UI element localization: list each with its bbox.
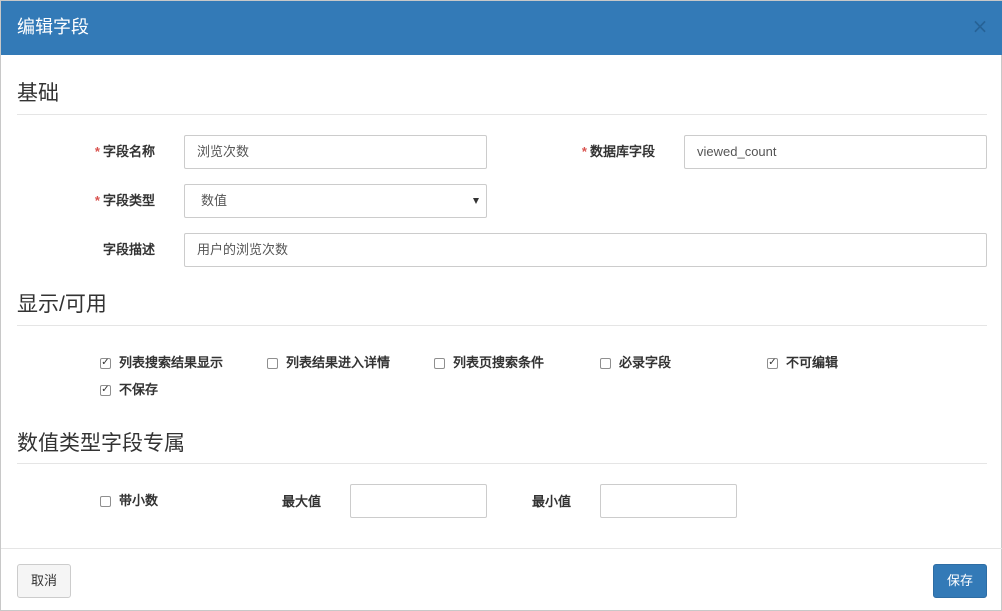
- checkbox-label: 列表页搜索条件: [453, 355, 545, 370]
- section-title-display: 显示/可用: [17, 293, 107, 316]
- close-icon[interactable]: ×: [971, 15, 989, 37]
- required-marker: *: [94, 144, 100, 159]
- db-field-label-text: 数据库字段: [589, 144, 655, 159]
- checkbox-list-to-detail[interactable]: 列表结果进入详情: [267, 354, 390, 372]
- checkbox-box[interactable]: [600, 357, 611, 369]
- checkbox-box[interactable]: [100, 495, 111, 507]
- checkbox-decimal[interactable]: 带小数: [100, 492, 158, 510]
- edit-field-modal: 编辑字段 × 基础 * 字段名称 浏览次数 * 数据库字段 viewed_count…: [0, 0, 1002, 611]
- cancel-button[interactable]: 取消: [17, 564, 71, 598]
- checkbox-not-editable[interactable]: ✓ 不可编辑: [767, 354, 838, 372]
- max-value-label: 最大值: [281, 494, 321, 509]
- checkmark-icon: ✓: [101, 384, 110, 395]
- field-name-label-text: 字段名称: [102, 144, 155, 159]
- field-type-selected: 数值: [201, 193, 228, 208]
- checkbox-box[interactable]: [267, 357, 278, 369]
- field-type-label-text: 字段类型: [102, 193, 155, 208]
- checkbox-label: 带小数: [119, 493, 159, 508]
- db-field-input[interactable]: viewed_count: [684, 135, 987, 169]
- field-type-select[interactable]: 数值: [184, 184, 487, 218]
- checkbox-label: 不保存: [119, 382, 159, 397]
- checkbox-box[interactable]: ✓: [100, 384, 111, 396]
- required-marker: *: [581, 144, 587, 159]
- checkbox-box[interactable]: [434, 357, 445, 369]
- min-value-label: 最小值: [531, 494, 571, 509]
- field-desc-input[interactable]: 用户的浏览次数: [184, 233, 987, 267]
- required-marker: *: [94, 193, 100, 208]
- checkbox-required-field[interactable]: 必录字段: [600, 354, 671, 372]
- min-value-input[interactable]: [600, 484, 737, 518]
- section-title-basic: 基础: [17, 82, 59, 105]
- checkbox-label: 列表结果进入详情: [286, 355, 391, 370]
- save-button[interactable]: 保存: [933, 564, 987, 598]
- max-value-input[interactable]: [350, 484, 487, 518]
- field-desc-label: 字段描述: [102, 242, 155, 257]
- checkmark-icon: ✓: [101, 357, 110, 368]
- field-name-label: * 字段名称: [61, 143, 155, 161]
- section-title-numeric: 数值类型字段专属: [17, 432, 185, 455]
- caret-down-icon: [473, 198, 479, 204]
- field-type-label: * 字段类型: [61, 192, 155, 210]
- modal-title: 编辑字段: [17, 17, 89, 37]
- modal-header: 编辑字段 ×: [1, 1, 1002, 55]
- checkbox-box[interactable]: ✓: [767, 357, 778, 369]
- checkbox-list-search-display[interactable]: ✓ 列表搜索结果显示: [100, 354, 223, 372]
- checkbox-box[interactable]: ✓: [100, 357, 111, 369]
- section-divider: [17, 114, 987, 115]
- checkbox-not-save[interactable]: ✓ 不保存: [100, 381, 158, 399]
- footer-divider: [1, 548, 1002, 549]
- section-divider: [17, 325, 987, 326]
- db-field-label: * 数据库字段: [541, 143, 655, 161]
- checkbox-label: 列表搜索结果显示: [119, 355, 224, 370]
- field-name-input[interactable]: 浏览次数: [184, 135, 487, 169]
- checkmark-icon: ✓: [768, 357, 777, 368]
- checkbox-label: 不可编辑: [786, 355, 839, 370]
- checkbox-list-search-condition[interactable]: 列表页搜索条件: [434, 354, 544, 372]
- section-divider: [17, 463, 987, 464]
- checkbox-label: 必录字段: [619, 355, 672, 370]
